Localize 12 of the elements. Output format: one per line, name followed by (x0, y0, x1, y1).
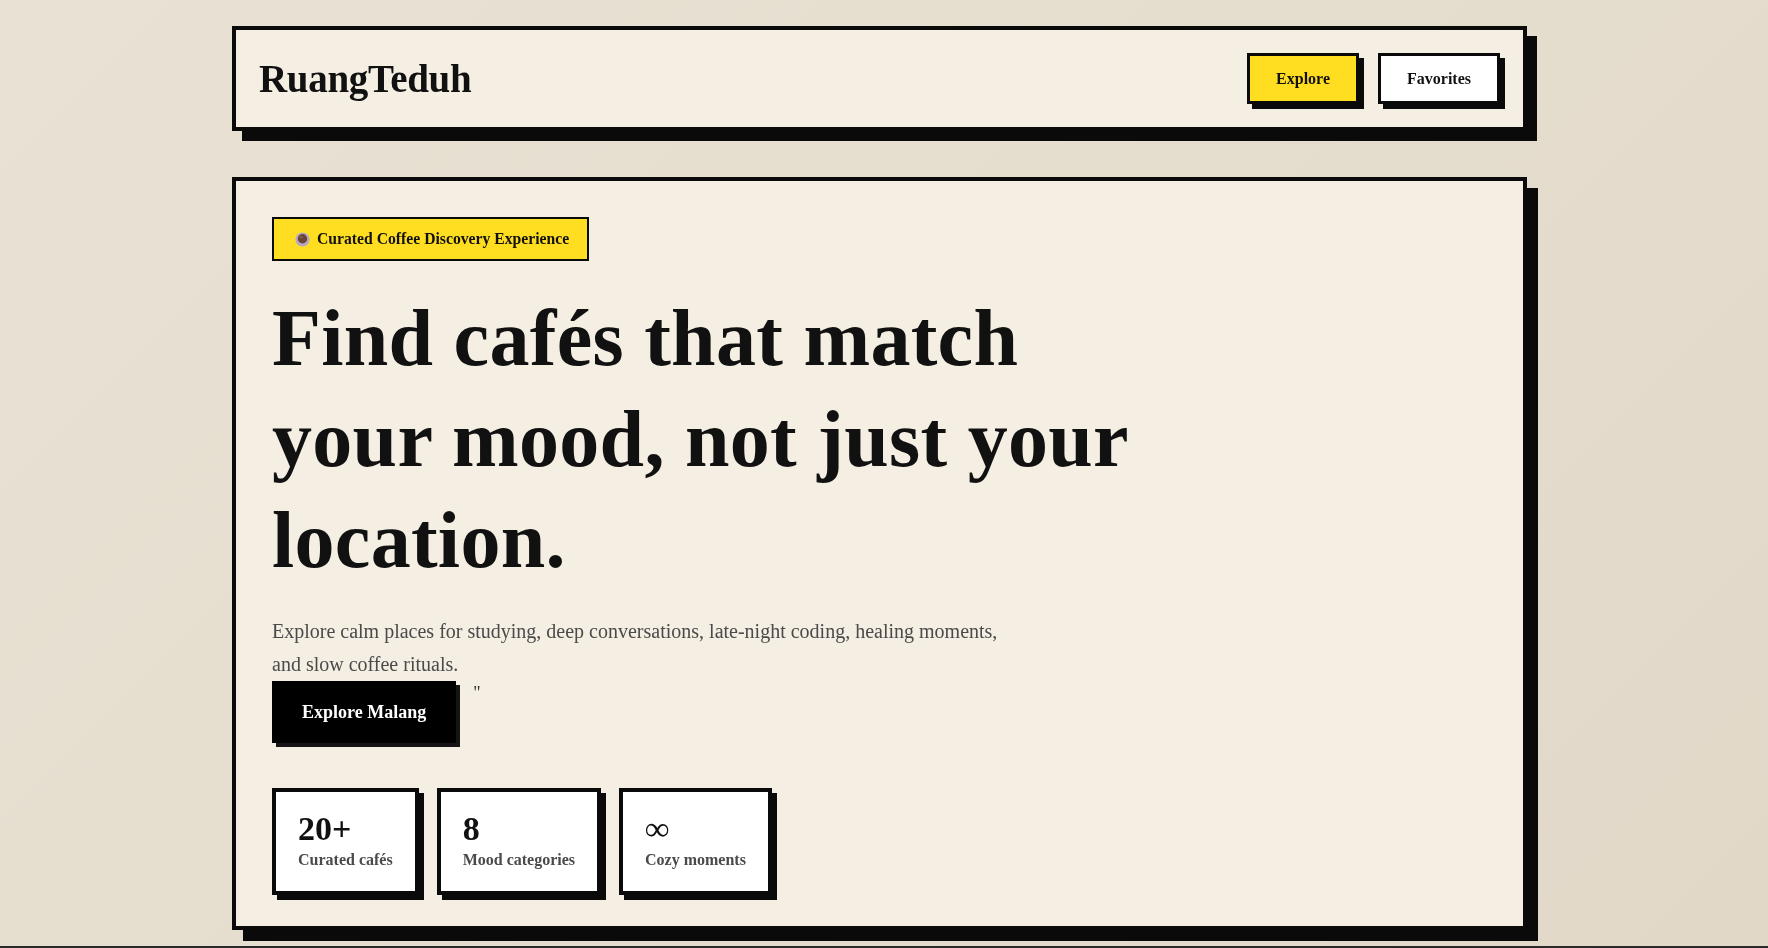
quote-mark-text: " (473, 682, 481, 705)
logo-text[interactable]: RuangTeduh (259, 56, 472, 101)
stat-label: Cozy moments (645, 851, 746, 869)
stat-label: Curated cafés (298, 851, 393, 869)
hero-heading: Find cafés that match your mood, not just your location. (272, 293, 1129, 586)
stat-value: 8 (462, 811, 480, 847)
stat-label: Mood categories (462, 851, 576, 869)
coffee-cup-icon (295, 231, 310, 247)
hero-description: Explore calm places for studying, deep conversations, late-night coding, healing moments, and slow coffee rituals. (272, 619, 999, 677)
stat-value: 20+ (298, 811, 352, 847)
badge-text: Curated Coffee Discovery Experience (317, 230, 570, 248)
stat-value: ∞ (645, 811, 670, 847)
